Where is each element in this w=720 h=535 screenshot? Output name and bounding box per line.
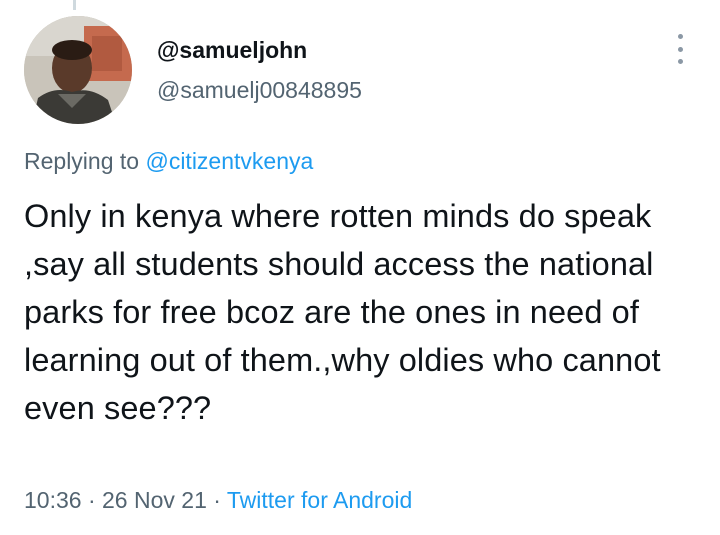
user-info: @samueljohn @samuelj00848895 — [157, 36, 362, 104]
tweet-meta: 10:36 · 26 Nov 21 · Twitter for Android — [24, 486, 412, 514]
tweet-date[interactable]: 26 Nov 21 — [102, 487, 207, 513]
tweet-time[interactable]: 10:36 — [24, 487, 82, 513]
tweet-text: Only in kenya where rotten minds do spea… — [24, 198, 661, 426]
display-name[interactable]: @samueljohn — [157, 36, 362, 64]
replying-to-line: Replying to @citizentvkenya — [24, 147, 313, 175]
tweet-source-link[interactable]: Twitter for Android — [227, 487, 412, 513]
thread-connector-line — [73, 0, 76, 10]
meta-separator: · — [81, 487, 103, 513]
tweet-card: @samueljohn @samuelj00848895 Replying to… — [0, 0, 720, 535]
more-dot — [677, 59, 683, 64]
reply-mention-link[interactable]: @citizentvkenya — [145, 148, 313, 174]
more-dot — [677, 34, 683, 39]
meta-separator: · — [206, 487, 227, 513]
avatar-image — [24, 16, 132, 124]
more-vertical-icon[interactable] — [676, 34, 684, 64]
more-dot — [677, 46, 683, 52]
replying-to-label: Replying to — [24, 148, 146, 174]
avatar[interactable] — [24, 16, 132, 124]
user-handle[interactable]: @samuelj00848895 — [157, 76, 362, 104]
